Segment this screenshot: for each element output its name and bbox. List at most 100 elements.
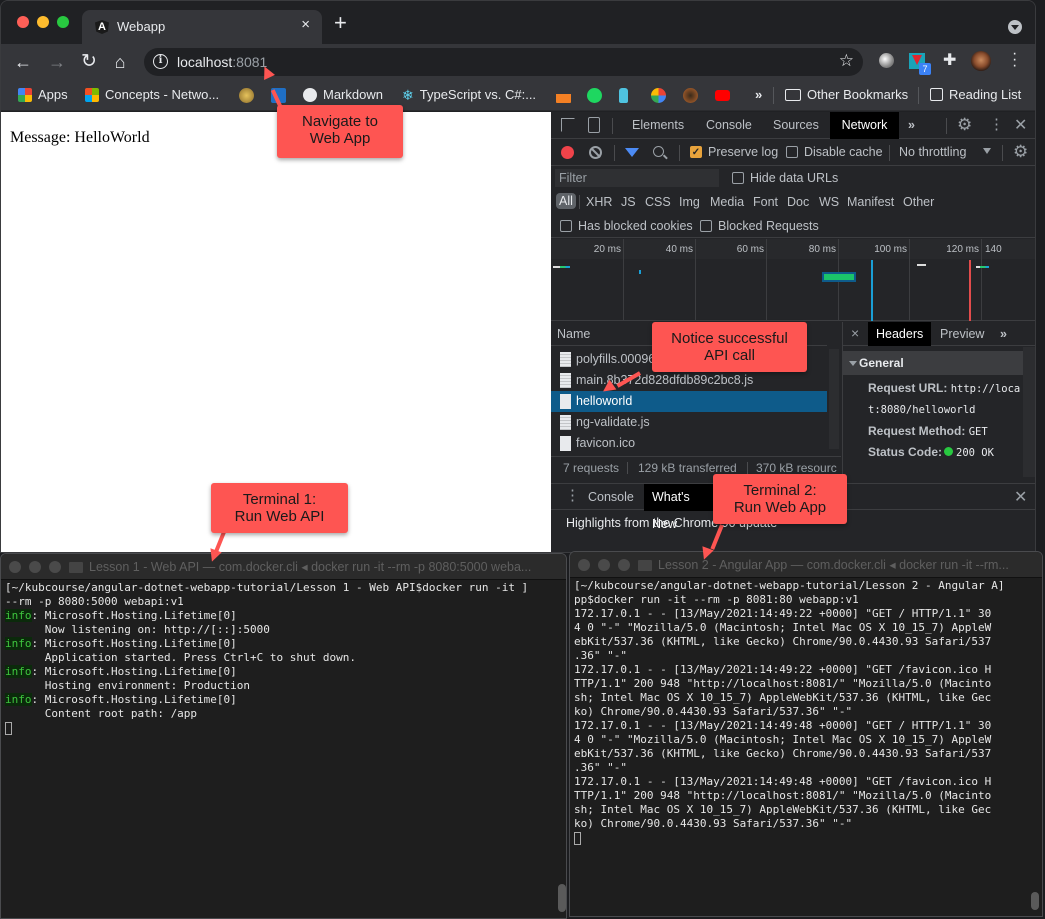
bookmark-apps[interactable]: Apps (18, 87, 68, 102)
type-filter-doc[interactable]: Doc (787, 195, 809, 209)
youtube-icon[interactable] (715, 90, 730, 101)
record-button[interactable] (561, 146, 574, 159)
type-filter-ws[interactable]: WS (819, 195, 839, 209)
terminal-maximize-button[interactable] (49, 561, 61, 573)
hide-data-urls-checkbox[interactable] (732, 172, 744, 184)
browser-tab[interactable]: A Webapp × (82, 10, 322, 44)
inspect-element-icon[interactable] (561, 118, 575, 132)
disable-cache-checkbox[interactable] (786, 146, 798, 158)
seal-icon[interactable] (239, 88, 254, 103)
more-tabs-button[interactable]: » (900, 112, 923, 139)
tab-sources[interactable]: Sources (765, 112, 827, 139)
throttling-select[interactable]: No throttling (899, 145, 966, 159)
tab-headers[interactable]: Headers (868, 322, 932, 346)
network-settings-gear-icon[interactable]: ⚙ (1013, 142, 1028, 162)
type-filter-all[interactable]: All (556, 193, 576, 209)
bookmarks-overflow-button[interactable]: » (755, 87, 762, 102)
divider (614, 145, 615, 161)
type-filter-js[interactable]: JS (621, 195, 636, 209)
has-blocked-cookies-checkbox[interactable] (560, 220, 572, 232)
clear-button[interactable] (589, 146, 602, 159)
new-tab-button[interactable]: + (334, 12, 347, 34)
terminal-1-scrollbar[interactable] (558, 884, 566, 912)
google-icon[interactable] (651, 88, 666, 103)
more-detail-tabs-button[interactable]: » (992, 322, 1015, 346)
tab-network[interactable]: Network (830, 112, 899, 139)
terminal-2-scrollbar[interactable] (1031, 892, 1039, 910)
callout-navigate: Navigate to Web App (277, 105, 403, 158)
terminal-minimize-button[interactable] (29, 561, 41, 573)
bookmark-label: Apps (38, 87, 68, 102)
reading-list[interactable]: Reading List (930, 87, 1021, 102)
terminal-1-output[interactable]: [~/kubcourse/angular-dotnet-webapp-tutor… (5, 581, 528, 735)
terminal-line: Application started. Press Ctrl+C to shu… (5, 651, 356, 664)
bookmark-star-icon[interactable]: ☆ (839, 51, 854, 71)
device-toolbar-icon[interactable] (588, 117, 600, 133)
settings-gear-icon[interactable]: ⚙ (957, 115, 972, 135)
info-icon[interactable]: i (153, 54, 168, 69)
forward-button[interactable]: → (45, 50, 69, 74)
devtools-close-icon[interactable]: ✕ (1014, 115, 1027, 135)
window-close-button[interactable] (17, 16, 29, 28)
request-row[interactable]: ng-validate.js (551, 412, 827, 433)
type-filter-img[interactable]: Img (679, 195, 700, 209)
terminal-maximize-button[interactable] (618, 559, 630, 571)
request-detail-pane: × Headers Preview » General Request URL:… (842, 322, 1035, 478)
preserve-log-checkbox[interactable]: ✓ (690, 146, 702, 158)
blocked-requests-checkbox[interactable] (700, 220, 712, 232)
bookmark-concepts[interactable]: Concepts - Netwo... (85, 87, 219, 102)
terminal-close-button[interactable] (578, 559, 590, 571)
terminal-2-output[interactable]: [~/kubcourse/angular-dotnet-webapp-tutor… (574, 579, 1004, 845)
filter-input[interactable] (555, 169, 719, 187)
general-section-header[interactable]: General (843, 351, 1023, 375)
url-text[interactable]: localhost:8081 (177, 54, 267, 70)
tab-search-button[interactable] (1008, 20, 1022, 34)
filter-icon[interactable] (625, 148, 639, 157)
terminal-minimize-button[interactable] (598, 559, 610, 571)
drawer-close-icon[interactable]: ✕ (1014, 487, 1027, 507)
bookmark-typescript[interactable]: ❄ TypeScript vs. C#:... (402, 87, 536, 102)
type-filter-xhr[interactable]: XHR (586, 195, 612, 209)
request-row-selected[interactable]: helloworld (551, 391, 827, 412)
type-filter-css[interactable]: CSS (645, 195, 671, 209)
reload-button[interactable]: ↻ (77, 50, 101, 74)
detail-scrollbar[interactable] (1023, 347, 1035, 477)
terminal-close-button[interactable] (9, 561, 21, 573)
browser-menu-icon[interactable]: · · · (1012, 46, 1018, 74)
devtools-menu-icon[interactable]: ⋮ (989, 115, 1004, 133)
extension-circle-icon[interactable] (879, 53, 894, 68)
tab-console[interactable]: Console (698, 112, 760, 139)
bottle-icon[interactable] (619, 88, 628, 103)
timeline-gridline (766, 239, 767, 321)
throttling-dropdown-icon[interactable] (983, 148, 991, 154)
home-button[interactable]: ⌂ (108, 50, 132, 74)
network-timeline-overview[interactable]: 20 ms 40 ms 60 ms 80 ms 100 ms 120 ms 14… (551, 239, 1035, 321)
request-row[interactable]: main.8b372d828dfdb89c2bc8.js (551, 370, 827, 391)
type-filter-other[interactable]: Other (903, 195, 934, 209)
type-filter-manifest[interactable]: Manifest (847, 195, 894, 209)
window-minimize-button[interactable] (37, 16, 49, 28)
extensions-puzzle-icon[interactable]: ✚ (943, 50, 956, 70)
other-bookmarks[interactable]: Other Bookmarks (785, 87, 908, 102)
bookmark-markdown[interactable]: Markdown (303, 87, 383, 102)
search-icon[interactable] (653, 146, 664, 157)
tab-close-icon[interactable]: × (301, 16, 310, 33)
drawer-tab-whats-new[interactable]: What's New (644, 484, 724, 531)
address-bar[interactable]: i localhost:8081 ☆ (144, 48, 863, 76)
tab-preview[interactable]: Preview (932, 322, 992, 346)
profile-avatar[interactable] (971, 51, 991, 71)
stackoverflow-icon[interactable] (556, 88, 571, 103)
type-filter-font[interactable]: Font (753, 195, 778, 209)
type-filter-media[interactable]: Media (710, 195, 744, 209)
back-button[interactable]: ← (11, 50, 35, 74)
drawer-tab-console[interactable]: Console (580, 484, 642, 511)
spotify-icon[interactable] (587, 88, 602, 103)
drawer-menu-icon[interactable]: ⋮ (565, 486, 580, 504)
requests-scrollbar[interactable] (829, 349, 839, 449)
tab-elements[interactable]: Elements (624, 112, 692, 139)
timeline-gridline (623, 239, 624, 321)
window-maximize-button[interactable] (57, 16, 69, 28)
swirl-icon[interactable] (683, 88, 698, 103)
detail-close-icon[interactable]: × (851, 325, 859, 341)
request-row[interactable]: favicon.ico (551, 433, 827, 454)
